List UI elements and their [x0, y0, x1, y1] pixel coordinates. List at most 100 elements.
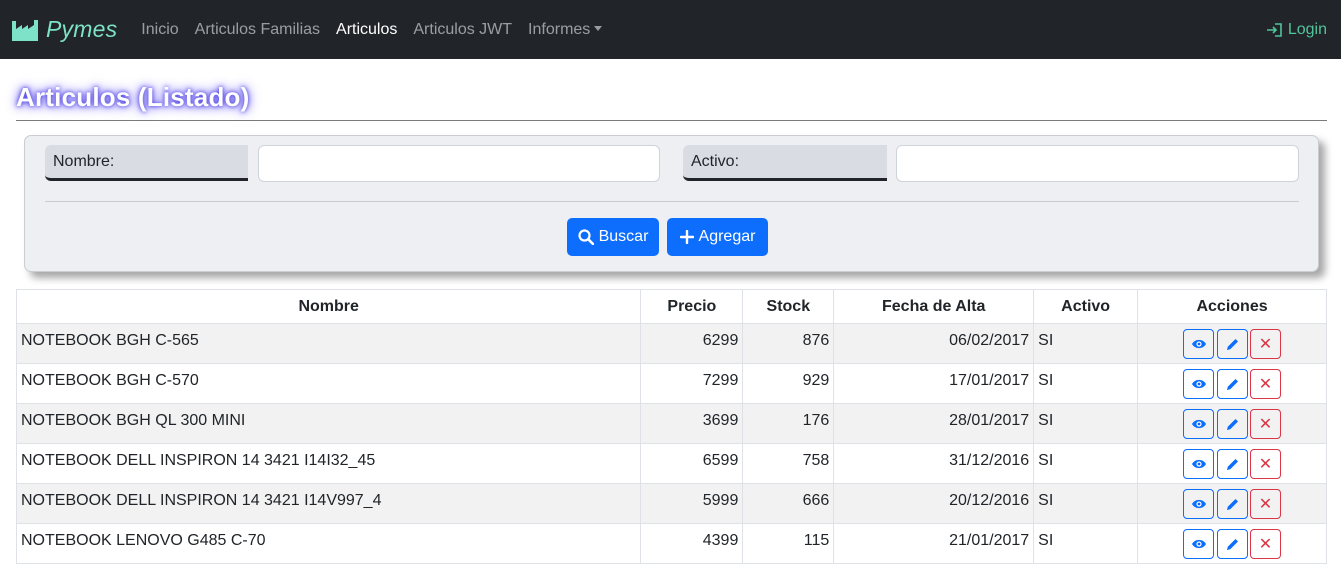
cell-acciones: ✕: [1137, 523, 1327, 564]
cell-nombre: NOTEBOOK BGH C-570: [15, 363, 642, 404]
title-divider: [16, 120, 1327, 121]
pencil-icon: [1226, 498, 1238, 510]
filter-panel: Nombre: Activo: Buscar Agregar: [24, 135, 1319, 272]
cell-stock: 115: [742, 523, 835, 564]
view-button[interactable]: [1183, 329, 1215, 359]
nav-dropdown-informes[interactable]: Informes: [528, 20, 603, 39]
buscar-label: Buscar: [598, 228, 649, 245]
pencil-icon: [1226, 418, 1238, 430]
top-navbar: Pymes Inicio Articulos Familias Articulo…: [0, 0, 1341, 59]
eye-icon: [1191, 459, 1206, 469]
cell-acciones: ✕: [1137, 403, 1327, 444]
cell-precio: 6599: [640, 443, 744, 484]
delete-button[interactable]: ✕: [1250, 529, 1281, 559]
agregar-button[interactable]: Agregar: [667, 218, 768, 256]
close-icon: ✕: [1258, 416, 1273, 433]
login-label: Login: [1287, 20, 1327, 38]
pencil-icon: [1226, 538, 1238, 550]
cell-fecha-alta: 20/12/2016: [833, 483, 1035, 524]
column-header-acciones: Acciones: [1137, 289, 1327, 324]
eye-icon: [1191, 539, 1206, 549]
cell-activo: SI: [1033, 363, 1139, 404]
nombre-label: Nombre:: [45, 145, 248, 181]
cell-activo: SI: [1033, 323, 1139, 364]
eye-icon: [1191, 419, 1206, 429]
pencil-icon: [1226, 378, 1238, 390]
agregar-label: Agregar: [698, 228, 756, 245]
nav-link-articulos-jwt[interactable]: Articulos JWT: [413, 21, 512, 39]
pencil-icon: [1226, 458, 1238, 470]
cell-precio: 6299: [640, 323, 744, 364]
activo-input[interactable]: [896, 145, 1299, 182]
cell-activo: SI: [1033, 403, 1139, 444]
view-button[interactable]: [1183, 489, 1215, 519]
cell-activo: SI: [1033, 483, 1139, 524]
buscar-button[interactable]: Buscar: [567, 218, 659, 256]
delete-button[interactable]: ✕: [1250, 369, 1281, 399]
edit-button[interactable]: [1216, 369, 1248, 399]
nav-dropdown-informes-label: Informes: [528, 20, 591, 38]
page-title: Articulos (Listado): [16, 82, 250, 112]
activo-label: Activo:: [683, 145, 887, 181]
close-icon: ✕: [1258, 336, 1273, 353]
brand[interactable]: Pymes: [12, 0, 117, 59]
cell-acciones: ✕: [1137, 483, 1327, 524]
cell-stock: 758: [742, 443, 835, 484]
cell-fecha-alta: 17/01/2017: [833, 363, 1035, 404]
cell-acciones: ✕: [1137, 323, 1327, 364]
sign-in-icon: [1266, 22, 1282, 37]
nav-link-articulos-familias[interactable]: Articulos Familias: [195, 21, 320, 39]
eye-icon: [1191, 499, 1206, 509]
cell-nombre: NOTEBOOK BGH C-565: [15, 323, 642, 364]
login-link[interactable]: Login: [1266, 0, 1327, 59]
column-header-activo[interactable]: Activo: [1033, 289, 1139, 324]
view-button[interactable]: [1183, 369, 1215, 399]
edit-button[interactable]: [1216, 449, 1248, 479]
table-row: NOTEBOOK BGH C-565 6299 876 06/02/2017 SI ✕: [15, 323, 1327, 364]
column-header-nombre[interactable]: Nombre: [15, 289, 642, 324]
brand-name: Pymes: [46, 16, 118, 42]
nombre-input[interactable]: [258, 145, 660, 182]
cell-acciones: ✕: [1137, 363, 1327, 404]
close-icon: ✕: [1258, 496, 1273, 513]
table-row: NOTEBOOK BGH QL 300 MINI 3699 176 28/01/201…: [15, 403, 1327, 444]
table-row: NOTEBOOK LENOVO G485 C-70 4399 115 21/01/20…: [15, 523, 1327, 564]
eye-icon: [1191, 379, 1206, 389]
delete-button[interactable]: ✕: [1250, 449, 1281, 479]
cell-stock: 929: [742, 363, 835, 404]
view-button[interactable]: [1183, 529, 1215, 559]
cell-precio: 3699: [640, 403, 744, 444]
column-header-stock[interactable]: Stock: [742, 289, 835, 324]
edit-button[interactable]: [1216, 329, 1248, 359]
search-icon: [577, 229, 594, 245]
edit-button[interactable]: [1216, 409, 1248, 439]
column-header-fecha-alta[interactable]: Fecha de Alta: [833, 289, 1035, 324]
close-icon: ✕: [1258, 456, 1273, 473]
nav-link-articulos[interactable]: Articulos: [336, 21, 397, 39]
delete-button[interactable]: ✕: [1250, 489, 1281, 519]
close-icon: ✕: [1258, 536, 1273, 553]
table-header-row: Nombre Precio Stock Fecha de Alta Activo…: [15, 289, 1327, 324]
table-row: NOTEBOOK DELL INSPIRON 14 3421 I14V997_4…: [15, 483, 1327, 524]
edit-button[interactable]: [1216, 489, 1248, 519]
articulos-table: Nombre Precio Stock Fecha de Alta Activo…: [15, 289, 1327, 564]
cell-stock: 876: [742, 323, 835, 364]
view-button[interactable]: [1183, 449, 1215, 479]
cell-precio: 7299: [640, 363, 744, 404]
eye-icon: [1191, 339, 1206, 349]
nav-link-inicio[interactable]: Inicio: [141, 21, 178, 39]
pencil-icon: [1226, 338, 1238, 350]
cell-stock: 666: [742, 483, 835, 524]
view-button[interactable]: [1183, 409, 1215, 439]
edit-button[interactable]: [1216, 529, 1248, 559]
cell-precio: 4399: [640, 523, 744, 564]
cell-fecha-alta: 21/01/2017: [833, 523, 1035, 564]
column-header-precio[interactable]: Precio: [640, 289, 744, 324]
panel-divider: [45, 201, 1299, 202]
cell-nombre: NOTEBOOK DELL INSPIRON 14 3421 I14V997_4: [15, 483, 642, 524]
plus-icon: [679, 230, 694, 244]
delete-button[interactable]: ✕: [1250, 329, 1281, 359]
delete-button[interactable]: ✕: [1250, 409, 1281, 439]
cell-fecha-alta: 28/01/2017: [833, 403, 1035, 444]
cell-activo: SI: [1033, 523, 1139, 564]
